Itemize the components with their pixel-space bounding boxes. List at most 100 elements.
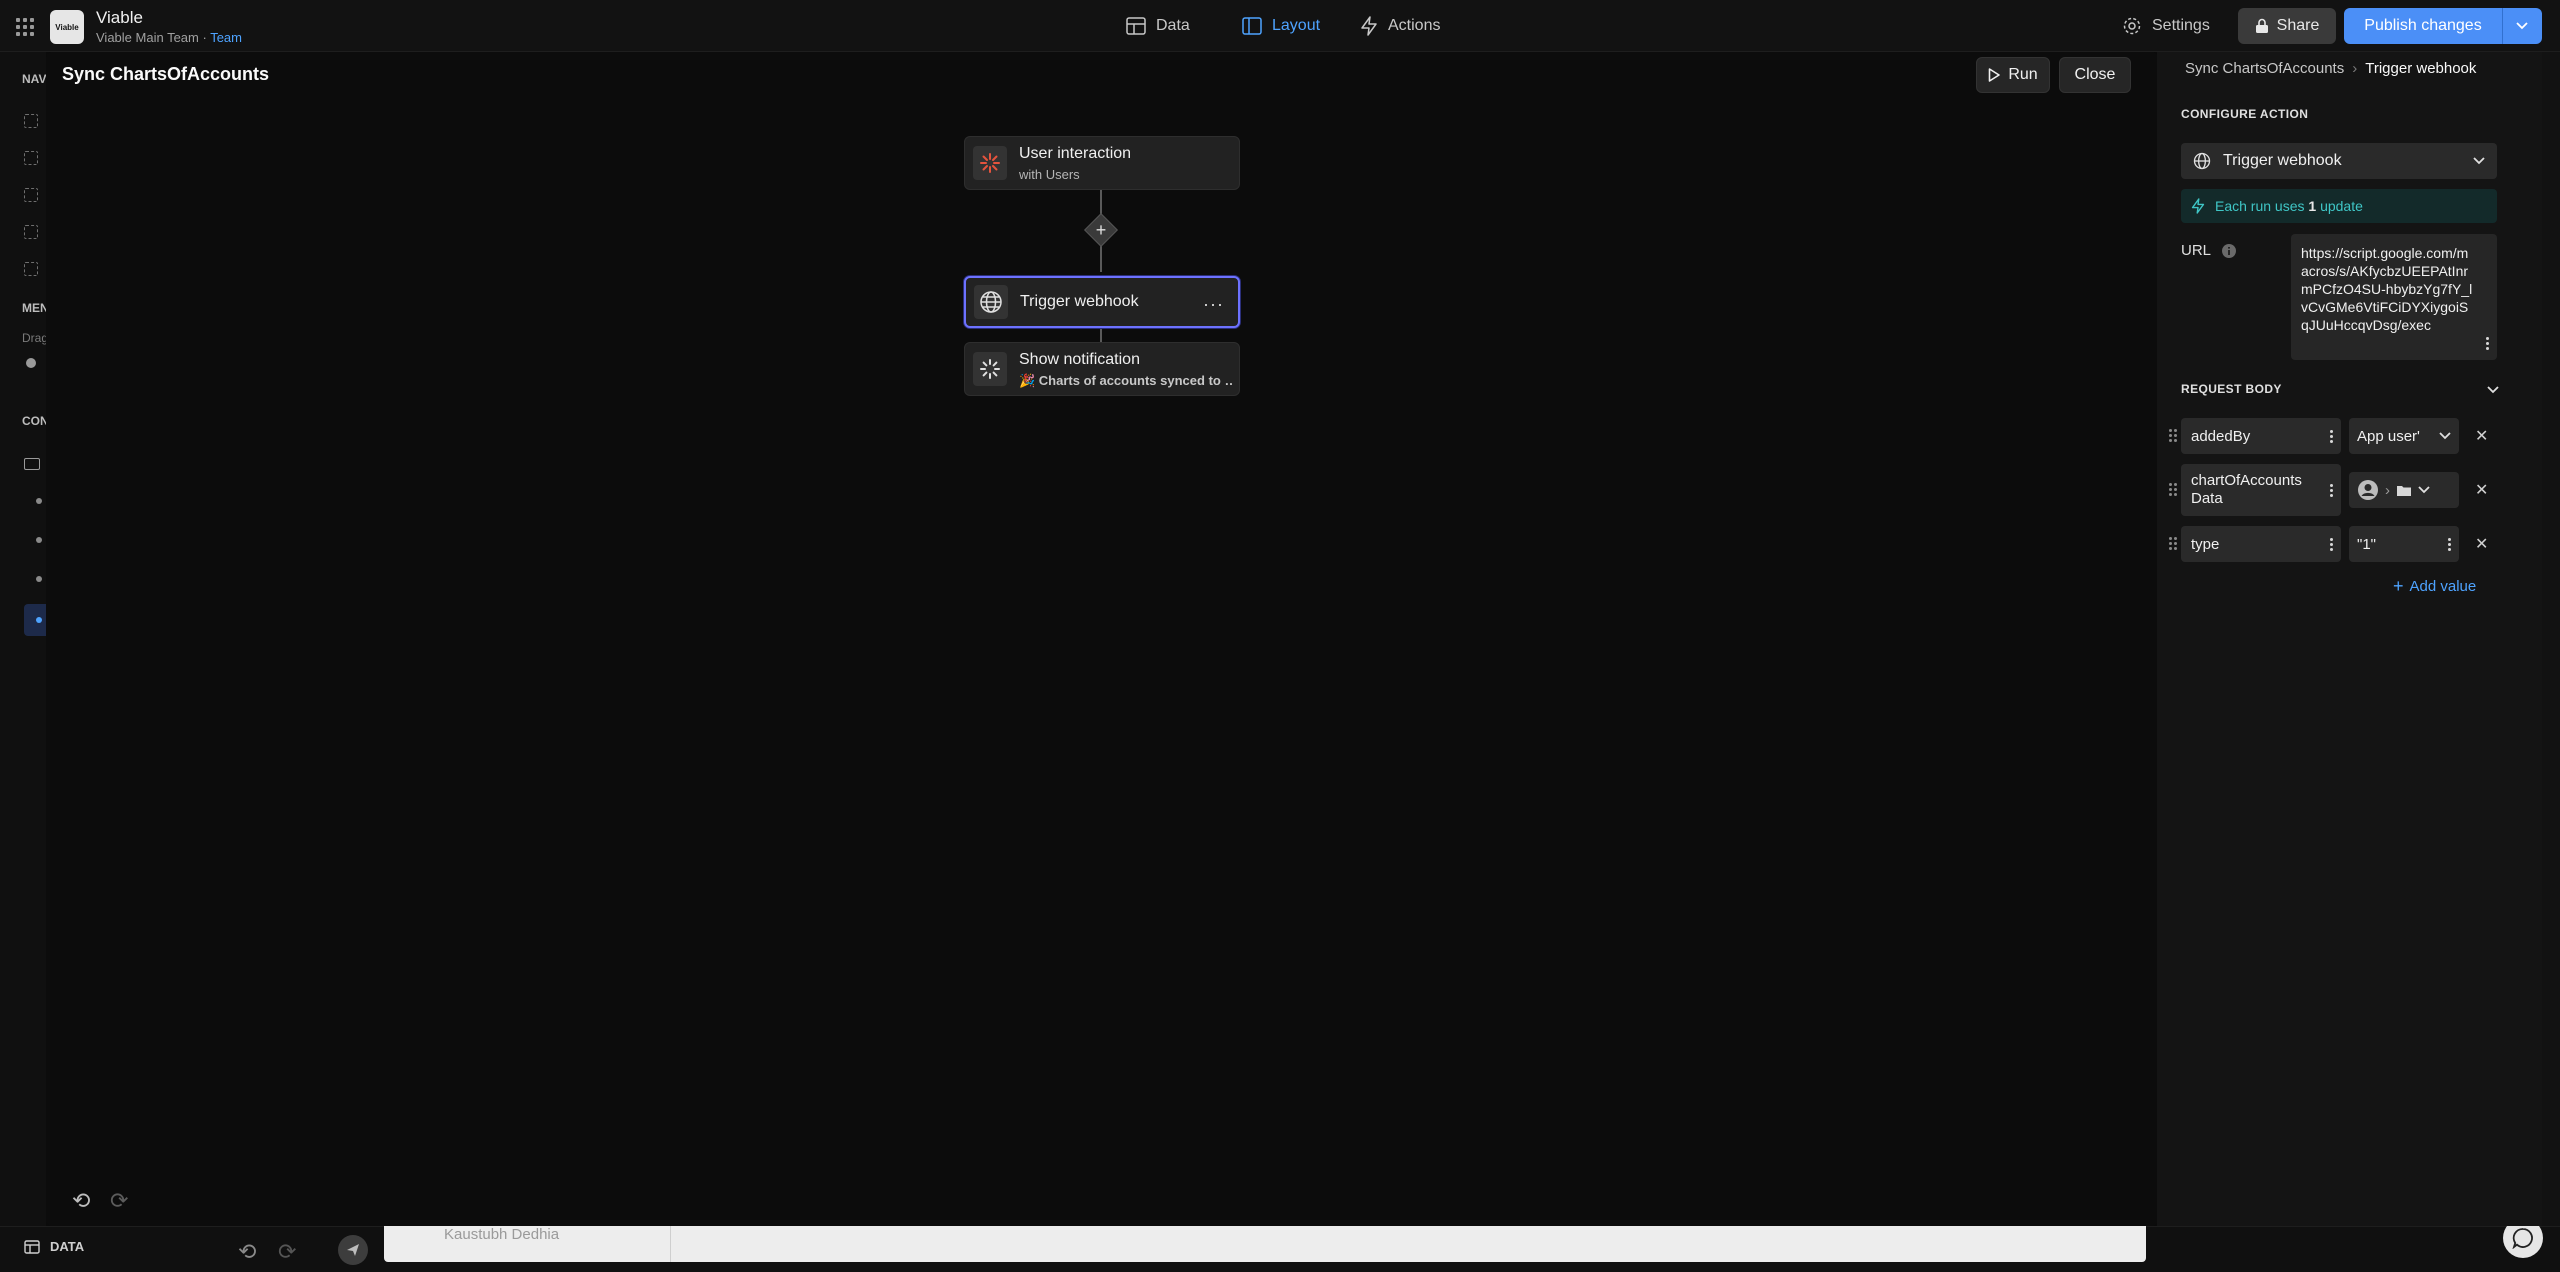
- breadcrumb-chevron-icon: ›: [2352, 60, 2358, 77]
- url-value: https://script.google.com/macros/s/AKfyc…: [2301, 245, 2473, 333]
- tab-layout-label: Layout: [1272, 17, 1321, 34]
- workflow-editor-modal: Sync ChartsOfAccounts Run Close + User i…: [46, 52, 2158, 1226]
- drag-handle-icon[interactable]: [2169, 429, 2177, 442]
- url-options-kebab-icon[interactable]: [2486, 337, 2489, 350]
- node-subtitle: 🎉 Charts of accounts synced to …: [1019, 373, 1233, 388]
- key-options-kebab-icon[interactable]: [2330, 537, 2333, 551]
- action-type-value: Trigger webhook: [2223, 152, 2342, 169]
- canvas-undo-icon[interactable]: ⟲: [72, 1188, 90, 1214]
- send-icon[interactable]: [338, 1235, 368, 1265]
- body-key-input[interactable]: type: [2181, 526, 2341, 562]
- key-options-kebab-icon[interactable]: [2330, 429, 2333, 443]
- body-key-input[interactable]: addedBy: [2181, 418, 2341, 454]
- add-value-button[interactable]: + Add value: [2393, 576, 2476, 597]
- play-icon: [1989, 68, 2001, 82]
- body-value-path-picker[interactable]: ›: [2349, 472, 2459, 508]
- drag-handle-icon[interactable]: [2169, 537, 2177, 550]
- canvas-redo-icon[interactable]: ⟳: [110, 1188, 128, 1214]
- drag-handle-icon[interactable]: [2169, 483, 2177, 496]
- data-toggle-label: DATA: [50, 1239, 85, 1254]
- body-value-input[interactable]: App user': [2349, 418, 2459, 454]
- chevron-down-icon[interactable]: [2487, 386, 2499, 394]
- preview-divider: [670, 1226, 671, 1262]
- node-more-icon[interactable]: ···: [1203, 294, 1224, 315]
- node-subtitle: with Users: [1019, 167, 1080, 182]
- request-body-heading: REQUEST BODY: [2181, 382, 2282, 396]
- nav-item-icon[interactable]: [24, 262, 38, 276]
- top-bar: Viable Viable Viable Main Team · Team Da…: [0, 0, 2560, 52]
- action-config-panel: Sync ChartsOfAccounts › Trigger webhook CO…: [2157, 52, 2542, 1226]
- preview-strip: Kaustubh Dedhia: [384, 1226, 2146, 1262]
- body-key-input[interactable]: chartOfAccounts Data: [2181, 464, 2341, 516]
- configure-action-heading: CONFIGURE ACTION: [2181, 107, 2309, 121]
- action-type-select[interactable]: Trigger webhook: [2181, 143, 2497, 179]
- tree-node-selected[interactable]: [24, 604, 46, 636]
- layout-icon: [1242, 17, 1262, 35]
- app-logo[interactable]: Viable: [50, 10, 84, 44]
- gear-icon: [2123, 17, 2141, 35]
- tab-layout[interactable]: Layout: [1242, 14, 1320, 38]
- publish-button[interactable]: Publish changes: [2344, 8, 2542, 44]
- left-rail: NAV MEN Drag CON: [0, 52, 49, 1226]
- undo-icon[interactable]: ⟲: [238, 1239, 256, 1265]
- body-value-text: App user': [2357, 427, 2420, 445]
- remove-row-close-icon[interactable]: ✕: [2475, 426, 2488, 446]
- flow-node-trigger[interactable]: User interaction with Users: [964, 136, 1240, 190]
- nav-item-icon[interactable]: [24, 151, 38, 165]
- publish-menu-chevron-icon[interactable]: [2503, 22, 2541, 30]
- background-inspector-edge: [2542, 52, 2560, 1226]
- lightning-icon: [2191, 198, 2205, 214]
- usage-prefix: Each run uses: [2215, 198, 2309, 214]
- redo-icon[interactable]: ⟳: [278, 1239, 296, 1265]
- plus-icon: +: [1095, 220, 1107, 240]
- chevron-down-icon: [2439, 432, 2451, 440]
- tree-node-icon: [36, 617, 42, 623]
- tab-data-label: Data: [1156, 17, 1190, 34]
- close-button[interactable]: Close: [2059, 57, 2131, 93]
- body-value-input[interactable]: "1": [2349, 526, 2459, 562]
- workflow-title: Sync ChartsOfAccounts: [62, 64, 270, 84]
- app-title: Viable: [96, 8, 143, 27]
- key-options-kebab-icon[interactable]: [2330, 483, 2333, 497]
- nav-item-icon[interactable]: [24, 114, 38, 128]
- tree-node-icon[interactable]: [36, 576, 42, 582]
- tab-data[interactable]: Data: [1126, 14, 1190, 38]
- body-key-value: chartOfAccounts Data: [2191, 472, 2302, 507]
- chat-icon: [2512, 1228, 2533, 1249]
- tree-node-icon[interactable]: [36, 537, 42, 543]
- breadcrumb-current: Trigger webhook: [2365, 60, 2477, 77]
- chevron-down-icon: [2473, 157, 2485, 165]
- info-icon[interactable]: [2221, 243, 2237, 259]
- user-avatar-icon: [2358, 480, 2378, 500]
- folder-icon: [2397, 485, 2411, 496]
- url-label: URL: [2181, 242, 2237, 259]
- value-options-kebab-icon[interactable]: [2448, 537, 2451, 551]
- tab-actions[interactable]: Actions: [1360, 14, 1440, 38]
- settings-button[interactable]: Settings: [2122, 8, 2210, 44]
- publish-label: Publish changes: [2364, 17, 2482, 34]
- run-button[interactable]: Run: [1976, 57, 2050, 93]
- flow-node-webhook[interactable]: Trigger webhook ···: [964, 276, 1240, 328]
- nav-item-icon[interactable]: [24, 188, 38, 202]
- team-label: Viable Main Team · Team: [96, 30, 242, 45]
- node-title: User interaction: [1019, 145, 1132, 162]
- url-input[interactable]: https://script.google.com/macros/s/AKfyc…: [2291, 234, 2497, 360]
- breadcrumb-parent[interactable]: Sync ChartsOfAccounts: [2185, 60, 2344, 77]
- spinner-icon: [973, 352, 1007, 386]
- share-label: Share: [2276, 17, 2320, 34]
- team-tag: Team: [210, 30, 242, 45]
- settings-label: Settings: [2152, 17, 2210, 34]
- chevron-down-icon: [2418, 486, 2430, 494]
- share-button[interactable]: Share: [2238, 8, 2336, 44]
- usage-text: Each run uses 1 update: [2215, 198, 2363, 214]
- nav-item-icon[interactable]: [24, 225, 38, 239]
- remove-row-close-icon[interactable]: ✕: [2475, 534, 2488, 554]
- data-toggle-button[interactable]: DATA: [24, 1239, 84, 1254]
- apps-grid-icon[interactable]: [16, 18, 34, 36]
- node-title: Trigger webhook: [1020, 293, 1139, 310]
- remove-row-close-icon[interactable]: ✕: [2475, 480, 2488, 500]
- container-icon[interactable]: [24, 458, 40, 470]
- flow-node-notification[interactable]: Show notification 🎉 Charts of accounts s…: [964, 342, 1240, 396]
- tree-node-icon[interactable]: [36, 498, 42, 504]
- user-icon[interactable]: [26, 358, 36, 368]
